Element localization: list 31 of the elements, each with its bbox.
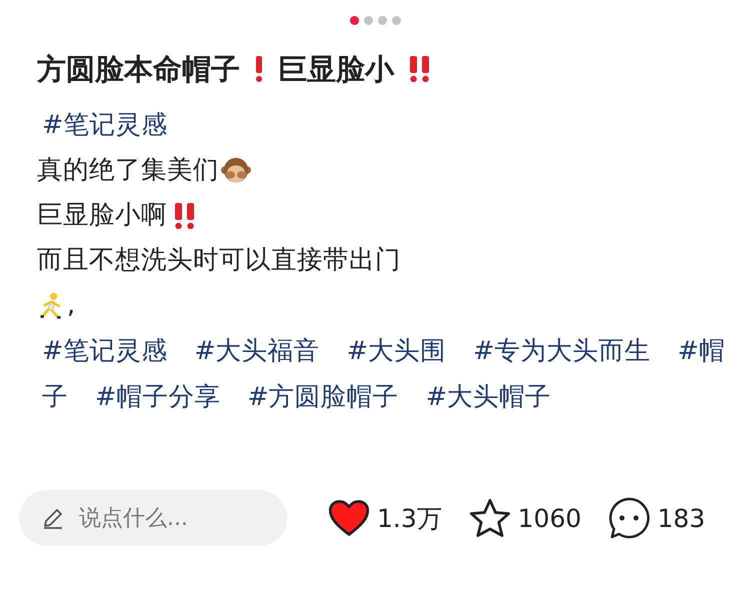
- page-indicator-dot[interactable]: [350, 16, 358, 25]
- speech-bubble-icon[interactable]: [607, 496, 652, 540]
- star-icon[interactable]: [468, 496, 512, 540]
- hashtag-link[interactable]: #笔记灵感: [42, 328, 168, 374]
- text: 巨显脸小啊: [37, 199, 167, 232]
- heart-icon[interactable]: [327, 498, 371, 538]
- count-label: 183: [657, 504, 706, 532]
- page-indicator-dot[interactable]: [378, 16, 386, 25]
- text: 方圆脸本命帽子: [37, 51, 240, 87]
- double-exclamation-icon: [408, 56, 432, 82]
- text: ,: [67, 289, 76, 322]
- double-exclamation-icon: [173, 202, 197, 228]
- text: 而且不想洗头时可以直接带出门: [37, 244, 401, 277]
- hashtag-link[interactable]: #帽: [678, 328, 725, 374]
- comment-input-field[interactable]: 说点什么...: [19, 490, 287, 546]
- text: 真的绝了集美们: [37, 154, 219, 187]
- hashtag-link[interactable]: #大头福音: [194, 328, 320, 374]
- hashtag-link[interactable]: #大头帽子: [426, 374, 552, 420]
- page-indicator-dot[interactable]: [364, 16, 372, 25]
- hashtag-link[interactable]: #专为大头而生: [473, 328, 650, 374]
- count-label: 1060: [518, 504, 582, 532]
- pencil-icon: [41, 506, 65, 530]
- hashtag-link[interactable]: #大头围: [346, 328, 446, 374]
- hashtag-link[interactable]: 子: [42, 374, 68, 420]
- hashtag-link[interactable]: #笔记灵感: [42, 103, 168, 148]
- hashtag-link[interactable]: #帽子分享: [95, 374, 220, 420]
- exclamation-icon: [254, 56, 264, 82]
- count-label: 1.3万: [377, 502, 442, 534]
- text: 巨显脸小: [278, 51, 394, 87]
- hashtag-link[interactable]: #方圆脸帽子: [247, 374, 399, 420]
- page-indicator-dot[interactable]: [392, 16, 400, 25]
